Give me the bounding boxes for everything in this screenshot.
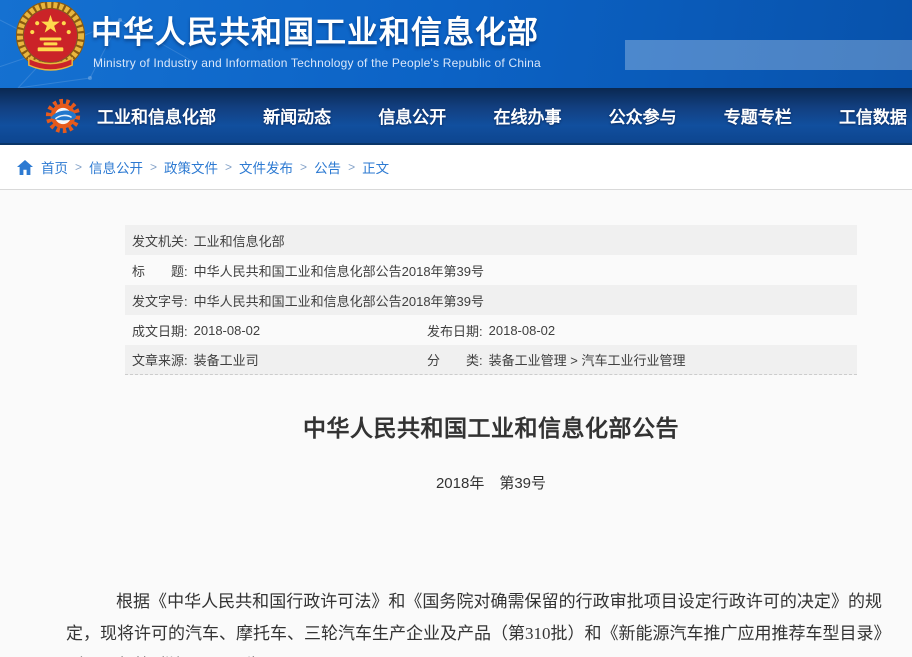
site-header: 中华人民共和国工业和信息化部 Ministry of Industry and … (0, 0, 912, 88)
breadcrumb-separator: > (150, 160, 157, 174)
meta-cell: 标 题: 中华人民共和国工业和信息化部公告2018年第39号 (132, 261, 484, 280)
meta-label-written-date: 成文日期: (132, 321, 188, 340)
document-body-paragraph: 根据《中华人民共和国行政许可法》和《国务院对确需保留的行政审批项目设定行政许可的… (66, 586, 882, 657)
meta-cell: 发文机关: 工业和信息化部 (132, 231, 285, 250)
meta-label-issuing-agency: 发文机关: (132, 231, 188, 250)
meta-label-document-number: 发文字号: (132, 291, 188, 310)
breadcrumb: 首页 > 信息公开 > 政策文件 > 文件发布 > 公告 > 正文 (0, 145, 912, 190)
meta-value-document-number: 中华人民共和国工业和信息化部公告2018年第39号 (194, 291, 484, 310)
home-icon[interactable] (17, 160, 33, 175)
nav-item-miit-data[interactable]: 工信数据 (839, 103, 907, 128)
site-subtitle-english: Ministry of Industry and Information Tec… (93, 56, 541, 70)
meta-row-title: 标 题: 中华人民共和国工业和信息化部公告2018年第39号 (125, 255, 857, 285)
meta-label-source: 文章来源: (132, 350, 188, 369)
breadcrumb-separator: > (300, 160, 307, 174)
meta-cell: 发布日期: 2018-08-02 (427, 321, 555, 340)
breadcrumb-item-announcements[interactable]: 公告 (314, 157, 341, 177)
document-title: 中华人民共和国工业和信息化部公告 (125, 409, 857, 443)
breadcrumb-item-info-disclosure[interactable]: 信息公开 (89, 157, 143, 177)
breadcrumb-item-policy-documents[interactable]: 政策文件 (164, 157, 218, 177)
meta-value-source: 装备工业司 (194, 350, 259, 369)
meta-cell: 发文字号: 中华人民共和国工业和信息化部公告2018年第39号 (132, 291, 484, 310)
meta-cell: 分 类: 装备工业管理 > 汽车工业行业管理 (427, 350, 685, 369)
nav-item-miit[interactable]: 工业和信息化部 (97, 103, 216, 128)
breadcrumb-item-document-release[interactable]: 文件发布 (239, 157, 293, 177)
breadcrumb-separator: > (225, 160, 232, 174)
meta-value-written-date: 2018-08-02 (194, 323, 261, 338)
header-search-input[interactable] (625, 40, 912, 70)
meta-value-title: 中华人民共和国工业和信息化部公告2018年第39号 (194, 261, 484, 280)
document-meta-table: 发文机关: 工业和信息化部 标 题: 中华人民共和国工业和信息化部公告2018年… (125, 225, 857, 375)
meta-label-category: 分 类: (427, 350, 483, 369)
meta-label-title: 标 题: (132, 261, 188, 280)
breadcrumb-item-current-article: 正文 (362, 157, 389, 177)
nav-item-online-services[interactable]: 在线办事 (493, 103, 561, 128)
meta-row-dates: 成文日期: 2018-08-02 发布日期: 2018-08-02 (125, 315, 857, 345)
meta-cell: 成文日期: 2018-08-02 (132, 321, 427, 340)
nav-item-news[interactable]: 新闻动态 (263, 103, 331, 128)
nav-item-public-participation[interactable]: 公众参与 (609, 103, 677, 128)
meta-row-source-category: 文章来源: 装备工业司 分 类: 装备工业管理 > 汽车工业行业管理 (125, 345, 857, 375)
document-issue-number: 2018年 第39号 (125, 472, 857, 493)
breadcrumb-separator: > (75, 160, 82, 174)
meta-value-category: 装备工业管理 > 汽车工业行业管理 (489, 350, 686, 369)
article-content: 发文机关: 工业和信息化部 标 题: 中华人民共和国工业和信息化部公告2018年… (0, 190, 912, 657)
nav-item-info-disclosure[interactable]: 信息公开 (378, 103, 446, 128)
site-title: 中华人民共和国工业和信息化部 (91, 7, 541, 52)
nav-items: 工业和信息化部 新闻动态 信息公开 在线办事 公众参与 专题专栏 工信数据 (97, 88, 907, 143)
nav-item-special-topics[interactable]: 专题专栏 (724, 103, 792, 128)
meta-row-issuing-agency: 发文机关: 工业和信息化部 (125, 225, 857, 255)
breadcrumb-separator: > (348, 160, 355, 174)
header-titles: 中华人民共和国工业和信息化部 Ministry of Industry and … (91, 7, 541, 70)
meta-label-publish-date: 发布日期: (427, 321, 483, 340)
main-navigation: 工业和信息化部 新闻动态 信息公开 在线办事 公众参与 专题专栏 工信数据 (0, 88, 912, 145)
meta-value-issuing-agency: 工业和信息化部 (194, 231, 285, 250)
meta-row-document-number: 发文字号: 中华人民共和国工业和信息化部公告2018年第39号 (125, 285, 857, 315)
breadcrumb-item-home[interactable]: 首页 (41, 157, 68, 177)
miit-gear-e-logo-icon[interactable] (44, 97, 82, 135)
meta-cell: 文章来源: 装备工业司 (132, 350, 427, 369)
china-national-emblem-icon (15, 2, 86, 73)
meta-value-publish-date: 2018-08-02 (489, 323, 556, 338)
